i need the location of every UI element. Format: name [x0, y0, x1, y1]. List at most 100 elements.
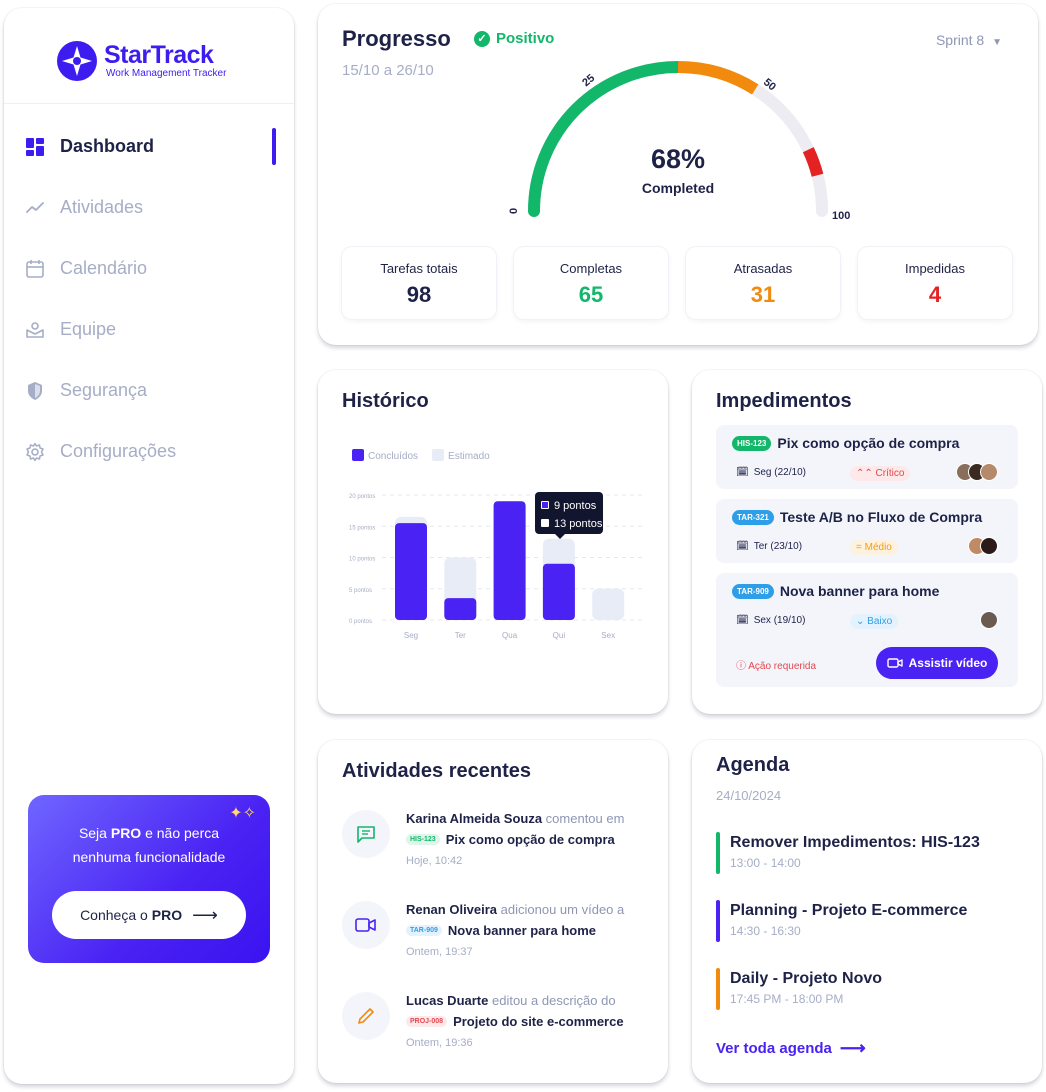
gauge-percent: 68%	[650, 144, 706, 174]
activity-user[interactable]: Karina Almeida Souza	[406, 811, 542, 826]
activity-item[interactable]: Lucas Duarte editou a descrição do PROJ-…	[342, 992, 652, 1072]
priority-badge: ⌃⌃ Crítico	[850, 466, 911, 481]
priority-badge: = Médio	[850, 540, 898, 555]
priority-label: Médio	[864, 542, 892, 553]
sidebar-item-label: Configurações	[60, 441, 177, 461]
promo-text: Seja PRO e não perca nenhuma funcionalid…	[28, 821, 270, 869]
impediment-date-text: Seg (22/10)	[753, 467, 806, 478]
tooltip-swatch	[541, 501, 549, 509]
sidebar-item-label: Segurança	[60, 380, 148, 400]
event-title: Planning - Projeto E-commerce	[730, 902, 968, 919]
sidebar-nav: Dashboard Atividades Calendário Equipe S…	[4, 116, 294, 482]
sidebar-divider	[4, 103, 294, 104]
impediment-item[interactable]: TAR-909 Nova banner para home 🗓 Sex (19/1…	[716, 573, 1018, 687]
priority-badge: ⌄ Baixo	[850, 614, 899, 629]
impediment-date: 🗓 Sex (19/10)	[736, 615, 805, 626]
agenda-event[interactable]: Daily - Projeto Novo 17:45 PM - 18:00 PM	[716, 968, 882, 1010]
assignee-avatars[interactable]	[980, 611, 998, 629]
activity-target[interactable]: HIS-123 Pix como opção de compra	[406, 832, 656, 847]
activity-user[interactable]: Renan Oliveira	[406, 902, 497, 917]
stat-total: Tarefas totais 98	[342, 247, 496, 319]
sidebar-item-label: Atividades	[60, 197, 144, 217]
activity-target[interactable]: PROJ-008 Projeto do site e-commerce	[406, 1014, 656, 1029]
activity-target[interactable]: TAR-909 Nova banner para home	[406, 923, 656, 938]
avatar	[980, 611, 998, 629]
agenda-event[interactable]: Planning - Projeto E-commerce 14:30 - 16…	[716, 900, 968, 942]
atividades-title: Atividades recentes	[342, 760, 531, 782]
y-tick-label: 10 pontos	[349, 557, 375, 563]
activity-target-title: Projeto do site e-commerce	[453, 1014, 624, 1029]
bar-concluidos[interactable]	[444, 598, 477, 620]
comment-icon	[342, 810, 390, 858]
promo-text-part: e não perca	[141, 825, 220, 841]
promo-text-part: Seja	[78, 825, 111, 841]
avatar	[980, 537, 998, 555]
activity-item[interactable]: Renan Oliveira adicionou um vídeo a TAR-…	[342, 901, 652, 981]
promo-text-pro: PRO	[110, 825, 142, 841]
sidebar-item-label: Equipe	[60, 319, 117, 339]
calendar-icon: 🗓	[736, 467, 749, 478]
event-color-bar	[716, 900, 720, 942]
bar-concluidos[interactable]	[395, 523, 427, 620]
view-all-agenda-link[interactable]: Ver toda agenda ⟶	[716, 1038, 866, 1059]
pro-cta-button[interactable]: Conheça o PRO ⟶	[52, 891, 246, 939]
sidebar-item-calendario[interactable]: Calendário	[4, 238, 294, 299]
event-title: Remover Impedimentos: HIS-123	[730, 834, 980, 851]
stat-impedidas: Impedidas 4	[858, 247, 1012, 319]
x-tick-label: Seg	[404, 631, 418, 640]
impediment-item[interactable]: TAR-321 Teste A/B no Fluxo de Compra 🗓 Te…	[716, 499, 1018, 563]
bar-concluidos[interactable]	[493, 501, 526, 620]
watch-video-button[interactable]: Assistir vídeo	[876, 647, 998, 679]
sidebar-item-seguranca[interactable]: Segurança	[4, 360, 294, 421]
sidebar-item-equipe[interactable]: Equipe	[4, 299, 294, 360]
sidebar: StarTrack Work Management Tracker Dashbo…	[4, 8, 294, 1084]
historico-bar-chart: 0 pontos 5 pontos 10 pontos 15 pontos 20 pon…	[349, 494, 646, 640]
activity-target-title: Pix como opção de compra	[445, 832, 615, 847]
agenda-event[interactable]: Remover Impedimentos: HIS-123 13:00 - 14…	[716, 832, 980, 874]
event-color-bar	[716, 968, 720, 1010]
arrow-right-icon: ⟶	[839, 1038, 866, 1058]
sidebar-item-dashboard[interactable]: Dashboard	[4, 116, 294, 177]
priority-label: Baixo	[867, 616, 893, 627]
y-tick-label: 0 pontos	[349, 619, 372, 625]
shield-icon	[24, 380, 46, 402]
sidebar-item-atividades[interactable]: Atividades	[4, 177, 294, 238]
avatar	[980, 463, 998, 481]
impediment-title: Teste A/B no Fluxo de Compra	[779, 509, 983, 525]
action-required: ⓘ Ação requerida	[736, 657, 816, 672]
pro-cta-label-pro: PRO	[151, 907, 183, 923]
assignee-avatars[interactable]	[956, 463, 998, 481]
gauge-segment-red	[802, 147, 824, 177]
impediment-title: Pix como opção de compra	[777, 435, 960, 451]
star-logo-icon	[57, 41, 97, 81]
event-time: 17:45 PM - 18:00 PM	[730, 992, 844, 1006]
team-icon	[24, 319, 46, 341]
bar-concluidos[interactable]	[542, 563, 575, 620]
impediment-title: Nova banner para home	[779, 583, 940, 599]
assignee-avatars[interactable]	[968, 537, 998, 555]
impediment-date: 🗓 Ter (23/10)	[736, 541, 802, 552]
impediment-item[interactable]: HIS-123 Pix como opção de compra 🗓 Seg (2…	[716, 425, 1018, 489]
activity-user[interactable]: Lucas Duarte	[406, 993, 488, 1008]
agenda-card: Agenda 24/10/2024 Remover Impedimentos: …	[692, 740, 1042, 1083]
gauge-label: Completed	[641, 180, 715, 196]
agenda-title: Agenda	[716, 754, 790, 776]
historico-card: Histórico Concluídos Estimado 0 pontos 5 …	[318, 370, 668, 714]
stat-atrasadas: Atrasadas 31	[686, 247, 840, 319]
calendar-icon: 🗓	[736, 615, 749, 626]
x-tick-label: Qua	[502, 631, 518, 640]
task-tag: TAR-321	[732, 509, 774, 525]
gauge-tick-0: 0	[508, 208, 520, 214]
brand-tagline: Work Management Tracker	[106, 68, 227, 79]
x-tick-label: Sex	[601, 631, 615, 640]
calendar-icon	[24, 258, 46, 280]
activity-verb: editou a descrição do	[488, 993, 616, 1008]
event-time: 14:30 - 16:30	[730, 924, 801, 938]
bar-estimado[interactable]	[592, 588, 625, 620]
sidebar-item-configuracoes[interactable]: Configurações	[4, 421, 294, 482]
dashboard-icon	[24, 136, 46, 158]
arrow-right-icon: ⟶	[192, 904, 218, 925]
brand-logo[interactable]: StarTrack Work Management Tracker	[56, 40, 226, 82]
activity-item[interactable]: Karina Almeida Souza comentou em HIS-123…	[342, 810, 652, 890]
y-tick-label: 15 pontos	[349, 525, 375, 531]
